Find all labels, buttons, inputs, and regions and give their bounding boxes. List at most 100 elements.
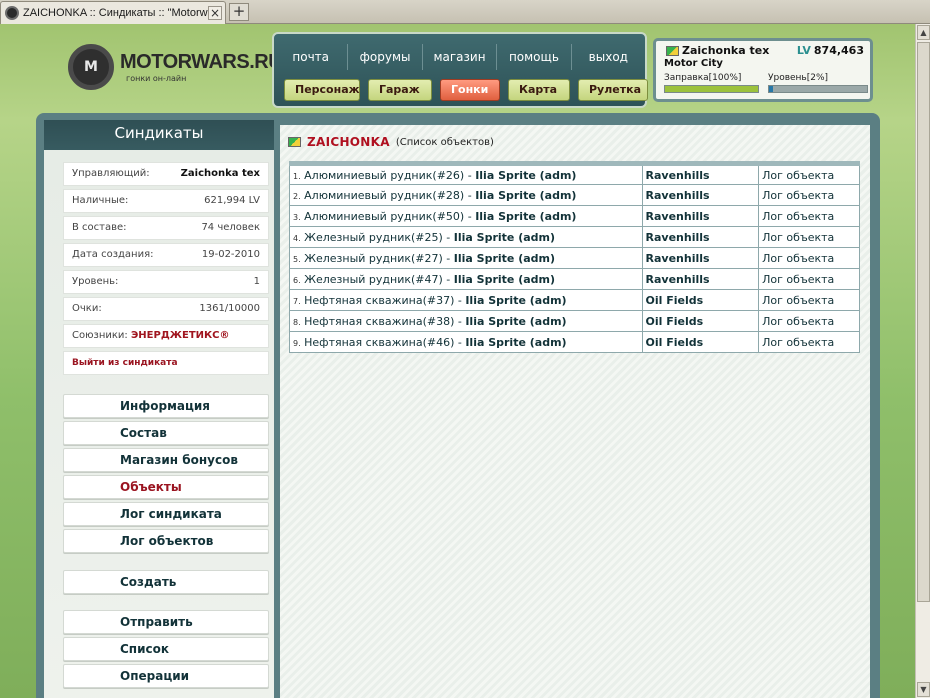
table-row: 9. Нефтяная скважина(#46) - Ilia Sprite … [289,331,860,353]
info-members-value: 74 человек [201,222,260,233]
object-log-link[interactable]: Лог объекта [758,184,860,206]
nav-link-help[interactable]: помощь [497,44,572,70]
info-points-value: 1361/10000 [199,303,260,314]
row-number: 1. [293,171,301,181]
user-name[interactable]: Zaichonka tex [666,44,769,57]
scroll-up-arrow-icon[interactable]: ▲ [917,25,930,40]
info-level-label: Уровень: [72,276,119,287]
menu-bonus-shop[interactable]: Магазин бонусов [63,448,269,472]
object-cell: 4. Железный рудник(#25) - Ilia Sprite (a… [289,226,643,248]
scroll-down-arrow-icon[interactable]: ▼ [917,682,930,697]
object-log-link[interactable]: Лог объекта [758,205,860,227]
page-scrollbar[interactable]: ▲ ▼ [915,24,930,698]
menu-objects[interactable]: Объекты [63,475,269,499]
user-city: Motor City [664,58,723,69]
info-created-value: 19-02-2010 [201,249,260,260]
object-owner[interactable]: Ilia Sprite (adm) [454,252,555,265]
menu-create[interactable]: Создать [63,570,269,594]
menu-syndicate-log[interactable]: Лог синдиката [63,502,269,526]
object-city: Ravenhills [641,226,760,248]
nav-button-garage[interactable]: Гараж [368,79,432,101]
row-number: 7. [293,296,301,306]
nav-button-races[interactable]: Гонки [440,79,500,101]
user-info-box: Zaichonka tex LV 874,463 Motor City Запра… [653,38,873,102]
objects-content: ZAICHONKA (Список объектов) 1. Алюминиев… [280,125,870,698]
fuel-label: Заправка[100%] [664,73,742,83]
object-log-link[interactable]: Лог объекта [758,226,860,248]
object-owner[interactable]: Ilia Sprite (adm) [475,210,576,223]
object-log-link[interactable]: Лог объекта [758,247,860,269]
object-owner[interactable]: Ilia Sprite (adm) [475,189,576,202]
level-progress-fill [769,86,773,92]
close-tab-icon[interactable]: × [208,6,222,20]
logo-tagline: гонки он-лайн [126,74,187,83]
row-number: 4. [293,233,301,243]
nav-button-roulette[interactable]: Рулетка [578,79,648,101]
table-row: 5. Железный рудник(#27) - Ilia Sprite (a… [289,247,860,269]
leave-syndicate-link[interactable]: Выйти из синдиката [72,352,178,374]
object-cell: 7. Нефтяная скважина(#37) - Ilia Sprite … [289,289,643,311]
ally-link[interactable]: ЭНЕРДЖЕТИКС® [131,330,230,341]
info-points: Очки: 1361/10000 [63,297,269,321]
object-log-link[interactable]: Лог объекта [758,310,860,332]
nav-button-map[interactable]: Карта [508,79,570,101]
object-owner[interactable]: Ilia Sprite (adm) [465,315,566,328]
new-tab-button[interactable]: + [229,3,249,21]
nav-button-character[interactable]: Персонаж [284,79,360,101]
object-name[interactable]: Железный рудник(#25) [304,231,443,244]
object-city: Ravenhills [641,268,760,290]
content-header: ZAICHONKA (Список объектов) [288,135,494,149]
currency-label: LV [796,44,811,57]
object-name[interactable]: Нефтяная скважина(#46) [304,336,454,349]
object-owner[interactable]: Ilia Sprite (adm) [454,231,555,244]
syndicate-flag-icon [288,137,301,147]
menu-members[interactable]: Состав [63,421,269,445]
menu-objects-log[interactable]: Лог объектов [63,529,269,553]
table-row: 6. Железный рудник(#47) - Ilia Sprite (a… [289,268,860,290]
object-name[interactable]: Алюминиевый рудник(#50) [304,210,464,223]
object-log-link[interactable]: Лог объекта [758,289,860,311]
object-owner[interactable]: Ilia Sprite (adm) [454,273,555,286]
object-name[interactable]: Нефтяная скважина(#37) [304,294,454,307]
menu-operations[interactable]: Операции [63,664,269,688]
site-logo[interactable]: M MOTORWARS.RU гонки он-лайн [68,44,283,90]
row-number: 5. [293,254,301,264]
fuel-progress-bar [664,85,759,93]
browser-tab[interactable]: ZAICHONKA :: Синдикаты :: "Motorwars" × [0,1,226,24]
object-city: Oil Fields [641,331,760,353]
object-owner[interactable]: Ilia Sprite (adm) [465,336,566,349]
object-name[interactable]: Алюминиевый рудник(#28) [304,189,464,202]
object-name[interactable]: Железный рудник(#47) [304,273,443,286]
object-city: Ravenhills [641,163,760,185]
object-log-link[interactable]: Лог объекта [758,268,860,290]
country-flag-icon [666,45,679,56]
object-log-link[interactable]: Лог объекта [758,331,860,353]
object-owner[interactable]: Ilia Sprite (adm) [465,294,566,307]
object-name[interactable]: Алюминиевый рудник(#26) [304,169,464,182]
info-cash-label: Наличные: [72,195,129,206]
content-subtitle: (Список объектов) [395,136,494,148]
scroll-thumb[interactable] [917,42,930,602]
table-row: 8. Нефтяная скважина(#38) - Ilia Sprite … [289,310,860,332]
info-manager-value[interactable]: Zaichonka tex [181,163,260,185]
site-favicon-icon [5,6,19,20]
level-progress-bar [768,85,868,93]
nav-link-logout[interactable]: выход [572,44,645,70]
syndicate-name[interactable]: ZAICHONKA [307,135,390,149]
object-log-link[interactable]: Лог объекта [758,163,860,185]
object-owner[interactable]: Ilia Sprite (adm) [475,169,576,182]
nav-link-shop[interactable]: магазин [423,44,498,70]
money-value: 874,463 [813,44,864,57]
nav-link-forums[interactable]: форумы [348,44,423,70]
nav-link-mail[interactable]: почта [274,44,349,70]
object-city: Ravenhills [641,247,760,269]
table-row: 3. Алюминиевый рудник(#50) - Ilia Sprite… [289,205,860,227]
menu-send-invite[interactable]: Отправить приглашение [63,610,269,651]
main-navigation: почта форумы магазин помощь выход Персон… [272,32,648,108]
menu-info[interactable]: Информация [63,394,269,418]
object-name[interactable]: Нефтяная скважина(#38) [304,315,454,328]
object-cell: 1. Алюминиевый рудник(#26) - Ilia Sprite… [289,163,643,185]
object-name[interactable]: Железный рудник(#27) [304,252,443,265]
menu-invited-list[interactable]: Список приглашенных [63,637,269,678]
user-name-text: Zaichonka tex [682,44,770,57]
